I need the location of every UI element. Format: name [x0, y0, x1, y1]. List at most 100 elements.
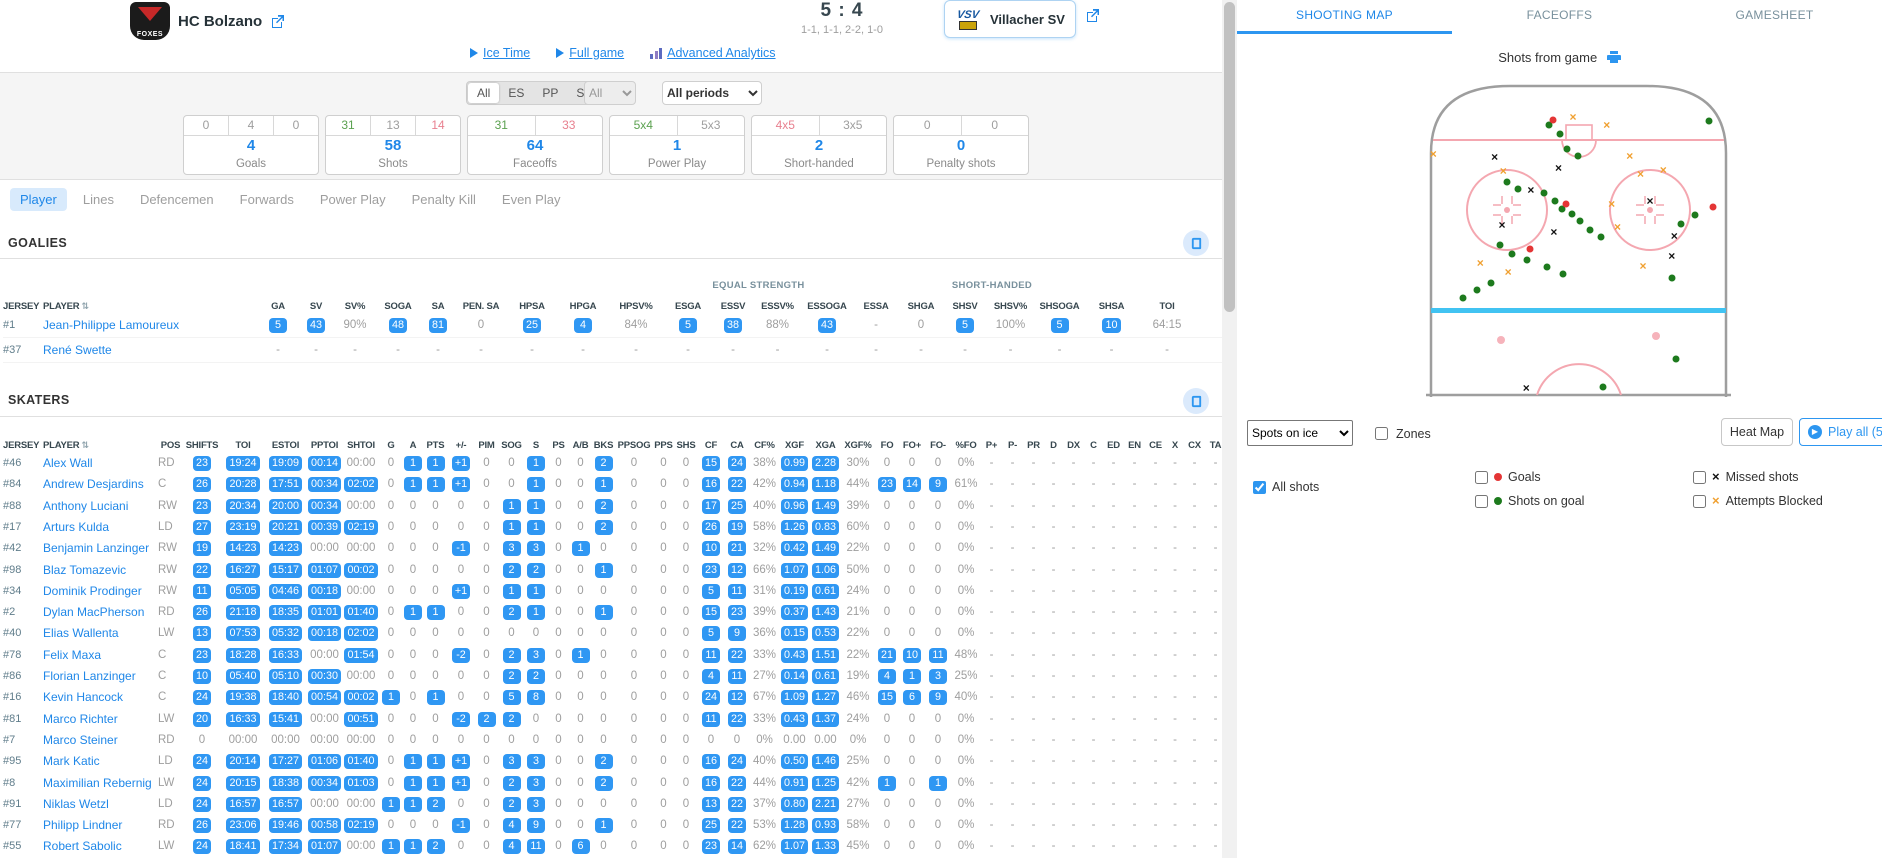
column-header-hpga[interactable]: HPGA [558, 301, 608, 312]
column-header-ed[interactable]: ED [1103, 440, 1124, 451]
column-header-jersey[interactable]: JERSEY [3, 301, 43, 312]
scrollbar-thumb[interactable] [1224, 2, 1235, 312]
shot-marker-missed[interactable]: × [1550, 226, 1557, 238]
column-header-en[interactable]: EN [1124, 440, 1145, 451]
player-link[interactable]: Dominik Prodinger [43, 581, 158, 602]
player-link[interactable]: René Swette [43, 339, 258, 362]
player-link[interactable]: Benjamin Lanzinger [43, 538, 158, 559]
shot-marker-shot-on-goal[interactable] [1568, 210, 1575, 217]
column-header-dx[interactable]: DX [1063, 440, 1084, 451]
column-header-ppsog[interactable]: PPSOG [615, 440, 653, 451]
column-header-p-[interactable]: P+ [981, 440, 1002, 451]
column-header-ga[interactable]: GA [258, 301, 298, 312]
column-header-pr[interactable]: PR [1023, 440, 1044, 451]
player-link[interactable]: Niklas Wetzl [43, 794, 158, 815]
legend-shots-on-goal[interactable]: Shots on goal [1475, 494, 1584, 508]
missed-shots-checkbox[interactable] [1693, 471, 1706, 484]
shot-marker-missed[interactable]: × [1647, 195, 1654, 207]
shot-marker-blocked[interactable]: × [1569, 111, 1576, 123]
tab-defencemen[interactable]: Defencemen [130, 188, 224, 211]
shot-marker-shot-on-goal[interactable] [1503, 178, 1510, 185]
legend-attempts-blocked[interactable]: × Attempts Blocked [1693, 494, 1823, 508]
column-header-toi[interactable]: TOI [1138, 301, 1196, 312]
shot-marker-shot-on-goal[interactable] [1473, 286, 1480, 293]
column-header-player[interactable]: PLAYER⇅ [43, 301, 258, 312]
team-filter-select[interactable]: All [584, 81, 636, 105]
tab-forwards[interactable]: Forwards [230, 188, 304, 211]
player-link[interactable]: Felix Maxa [43, 645, 158, 666]
column-header-sa[interactable]: SA [420, 301, 456, 312]
column-header-p-[interactable]: P- [1002, 440, 1023, 451]
shot-marker-blocked[interactable]: × [1500, 165, 1507, 177]
shot-marker-blocked[interactable]: × [1637, 168, 1644, 180]
shot-marker-shot-on-goal[interactable] [1574, 153, 1581, 160]
shot-marker-missed[interactable]: × [1491, 151, 1498, 163]
shot-marker-shot-on-goal[interactable] [1705, 118, 1712, 125]
shot-marker-shot-on-goal[interactable] [1552, 197, 1559, 204]
column-header-shsv-[interactable]: SHSV% [987, 301, 1034, 312]
player-link[interactable]: Blaz Tomazevic [43, 560, 158, 581]
column-header-essv[interactable]: ESSV [712, 301, 754, 312]
column-header-xgf[interactable]: XGF [779, 440, 810, 451]
home-external-link-icon[interactable] [270, 14, 285, 29]
shot-marker-shot-on-goal[interactable] [1508, 250, 1515, 257]
ice-time-link[interactable]: Ice Time [470, 46, 530, 60]
column-header-shga[interactable]: SHGA [899, 301, 943, 312]
tab-power-play[interactable]: Power Play [310, 188, 396, 211]
column-header-fo-[interactable]: FO- [925, 440, 951, 451]
shot-marker-goal[interactable] [1549, 117, 1556, 124]
heat-map-button[interactable]: Heat Map [1721, 418, 1793, 446]
tab-lines[interactable]: Lines [73, 188, 124, 211]
goalies-glossary-button[interactable] [1183, 230, 1209, 256]
shots-on-goal-checkbox[interactable] [1475, 495, 1488, 508]
full-game-link[interactable]: Full game [556, 46, 624, 60]
column-header-pim[interactable]: PIM [474, 440, 499, 451]
shot-marker-shot-on-goal[interactable] [1600, 383, 1607, 390]
shot-marker-shot-on-goal[interactable] [1673, 356, 1680, 363]
column-header-sv[interactable]: SV [298, 301, 334, 312]
column-header-shsoga[interactable]: SHSOGA [1034, 301, 1085, 312]
shot-marker-shot-on-goal[interactable] [1541, 190, 1548, 197]
shot-marker-shot-on-goal[interactable] [1514, 185, 1521, 192]
shot-marker-blocked[interactable]: × [1608, 198, 1615, 210]
shot-marker-missed[interactable]: × [1523, 382, 1530, 394]
column-header-essa[interactable]: ESSA [853, 301, 899, 312]
shot-marker-shot-on-goal[interactable] [1564, 146, 1571, 153]
column-header-shs[interactable]: SHS [674, 440, 698, 451]
shot-marker-missed[interactable]: × [1499, 219, 1506, 231]
tab-player[interactable]: Player [10, 188, 67, 211]
player-link[interactable]: Philipp Lindner [43, 815, 158, 836]
period-filter-select[interactable]: All periods [662, 81, 762, 105]
legend-goals[interactable]: Goals [1475, 470, 1541, 484]
shot-marker-shot-on-goal[interactable] [1488, 279, 1495, 286]
column-header-essv-[interactable]: ESSV% [754, 301, 801, 312]
print-icon[interactable] [1607, 52, 1621, 67]
shot-marker-shot-on-goal[interactable] [1543, 263, 1550, 270]
column-header-shsv[interactable]: SHSV [943, 301, 987, 312]
column-header-player[interactable]: PLAYER⇅ [43, 440, 158, 451]
player-link[interactable]: Dylan MacPherson [43, 602, 158, 623]
column-header-ps[interactable]: PS [548, 440, 569, 451]
vertical-scrollbar[interactable] [1222, 0, 1237, 858]
shot-marker-shot-on-goal[interactable] [1577, 218, 1584, 225]
column-header-c[interactable]: C [1084, 440, 1103, 451]
shot-marker-blocked[interactable]: × [1626, 150, 1633, 162]
column-header-s[interactable]: S [524, 440, 548, 451]
column-header-pos[interactable]: POS [158, 440, 183, 451]
shot-marker-missed[interactable]: × [1668, 250, 1675, 262]
column-header-x[interactable]: X [1166, 440, 1184, 451]
column-header-d[interactable]: D [1044, 440, 1063, 451]
column-header-essoga[interactable]: ESSOGA [801, 301, 853, 312]
segment-all[interactable]: All [468, 83, 499, 103]
player-link[interactable]: Robert Sabolic [43, 836, 158, 857]
segment-es[interactable]: ES [499, 83, 533, 103]
column-header-jersey[interactable]: JERSEY [3, 440, 43, 451]
shot-marker-shot-on-goal[interactable] [1524, 256, 1531, 263]
right-tab-shooting-map[interactable]: SHOOTING MAP [1237, 0, 1452, 34]
shot-marker-shot-on-goal[interactable] [1678, 220, 1685, 227]
right-tab-faceoffs[interactable]: FACEOFFS [1452, 0, 1667, 34]
shot-marker-shot-on-goal[interactable] [1460, 295, 1467, 302]
tab-even-play[interactable]: Even Play [492, 188, 571, 211]
legend-missed-shots[interactable]: × Missed shots [1693, 470, 1799, 484]
player-link[interactable]: Kevin Hancock [43, 687, 158, 708]
